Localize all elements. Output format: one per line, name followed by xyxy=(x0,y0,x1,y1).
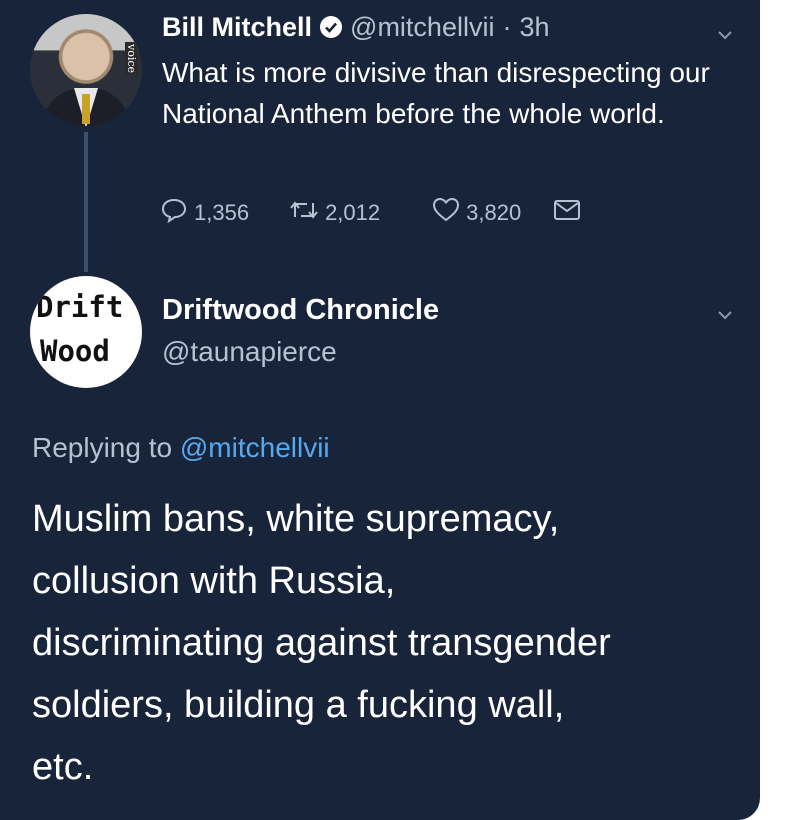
tweet-text-line: Muslim bans, white supremacy, xyxy=(32,498,560,540)
reply-count: 1,356 xyxy=(194,200,250,225)
retweet-button[interactable]: 2,012 xyxy=(289,198,380,228)
retweet-icon xyxy=(289,198,319,228)
tweet-text: Muslim bans, white supremacy, collusion … xyxy=(32,488,732,798)
avatar-tie xyxy=(82,94,90,124)
dot-separator: · xyxy=(502,11,512,42)
like-button[interactable]: 3,820 xyxy=(432,197,521,229)
reply-icon xyxy=(160,197,188,229)
verified-badge-icon xyxy=(320,16,343,38)
tweet-text-line: etc. xyxy=(32,746,94,788)
chevron-down-icon[interactable] xyxy=(716,26,734,44)
like-count: 3,820 xyxy=(466,200,522,225)
heart-icon xyxy=(432,197,460,229)
avatar[interactable]: voice xyxy=(30,14,142,126)
retweet-count: 2,012 xyxy=(325,200,381,225)
tweet-time[interactable]: 3h xyxy=(519,12,549,43)
avatar-side-text: voice xyxy=(125,42,138,76)
reply-button[interactable]: 1,356 xyxy=(160,197,249,229)
replying-prefix: Replying to xyxy=(32,432,173,463)
tweet-text-line: soldiers, building a fucking wall, xyxy=(32,684,565,726)
avatar[interactable]: Drift Wood xyxy=(30,276,142,388)
tweet-header: Bill Mitchell @mitchellvii · 3h xyxy=(162,10,550,44)
mention-link[interactable]: @mitchellvii xyxy=(180,432,330,463)
author-name[interactable]: Bill Mitchell xyxy=(162,12,312,43)
author-handle[interactable]: @mitchellvii xyxy=(350,12,494,43)
chevron-down-icon[interactable] xyxy=(716,306,734,324)
mail-icon xyxy=(553,198,581,228)
tweet-text: What is more divisive than disrespecting… xyxy=(162,57,710,129)
direct-message-button[interactable] xyxy=(553,198,581,228)
thread-connector-line xyxy=(84,132,88,272)
tweet-actions: 1,356 2,012 3,820 xyxy=(160,196,581,230)
author-handle[interactable]: @taunapierce xyxy=(162,336,337,368)
tweet-text-line: collusion with Russia, xyxy=(32,560,396,602)
replying-to-line: Replying to @mitchellvii xyxy=(32,432,330,464)
tweet-text-line: discriminating against transgender xyxy=(32,622,611,664)
logo-text-line-1: Drift xyxy=(36,290,124,324)
author-name[interactable]: Driftwood Chronicle xyxy=(162,294,439,327)
logo-text-line-2: Wood xyxy=(40,334,110,368)
tweet-thread-card: voice Bill Mitchell @mitchellvii · 3h Wh… xyxy=(0,0,760,820)
